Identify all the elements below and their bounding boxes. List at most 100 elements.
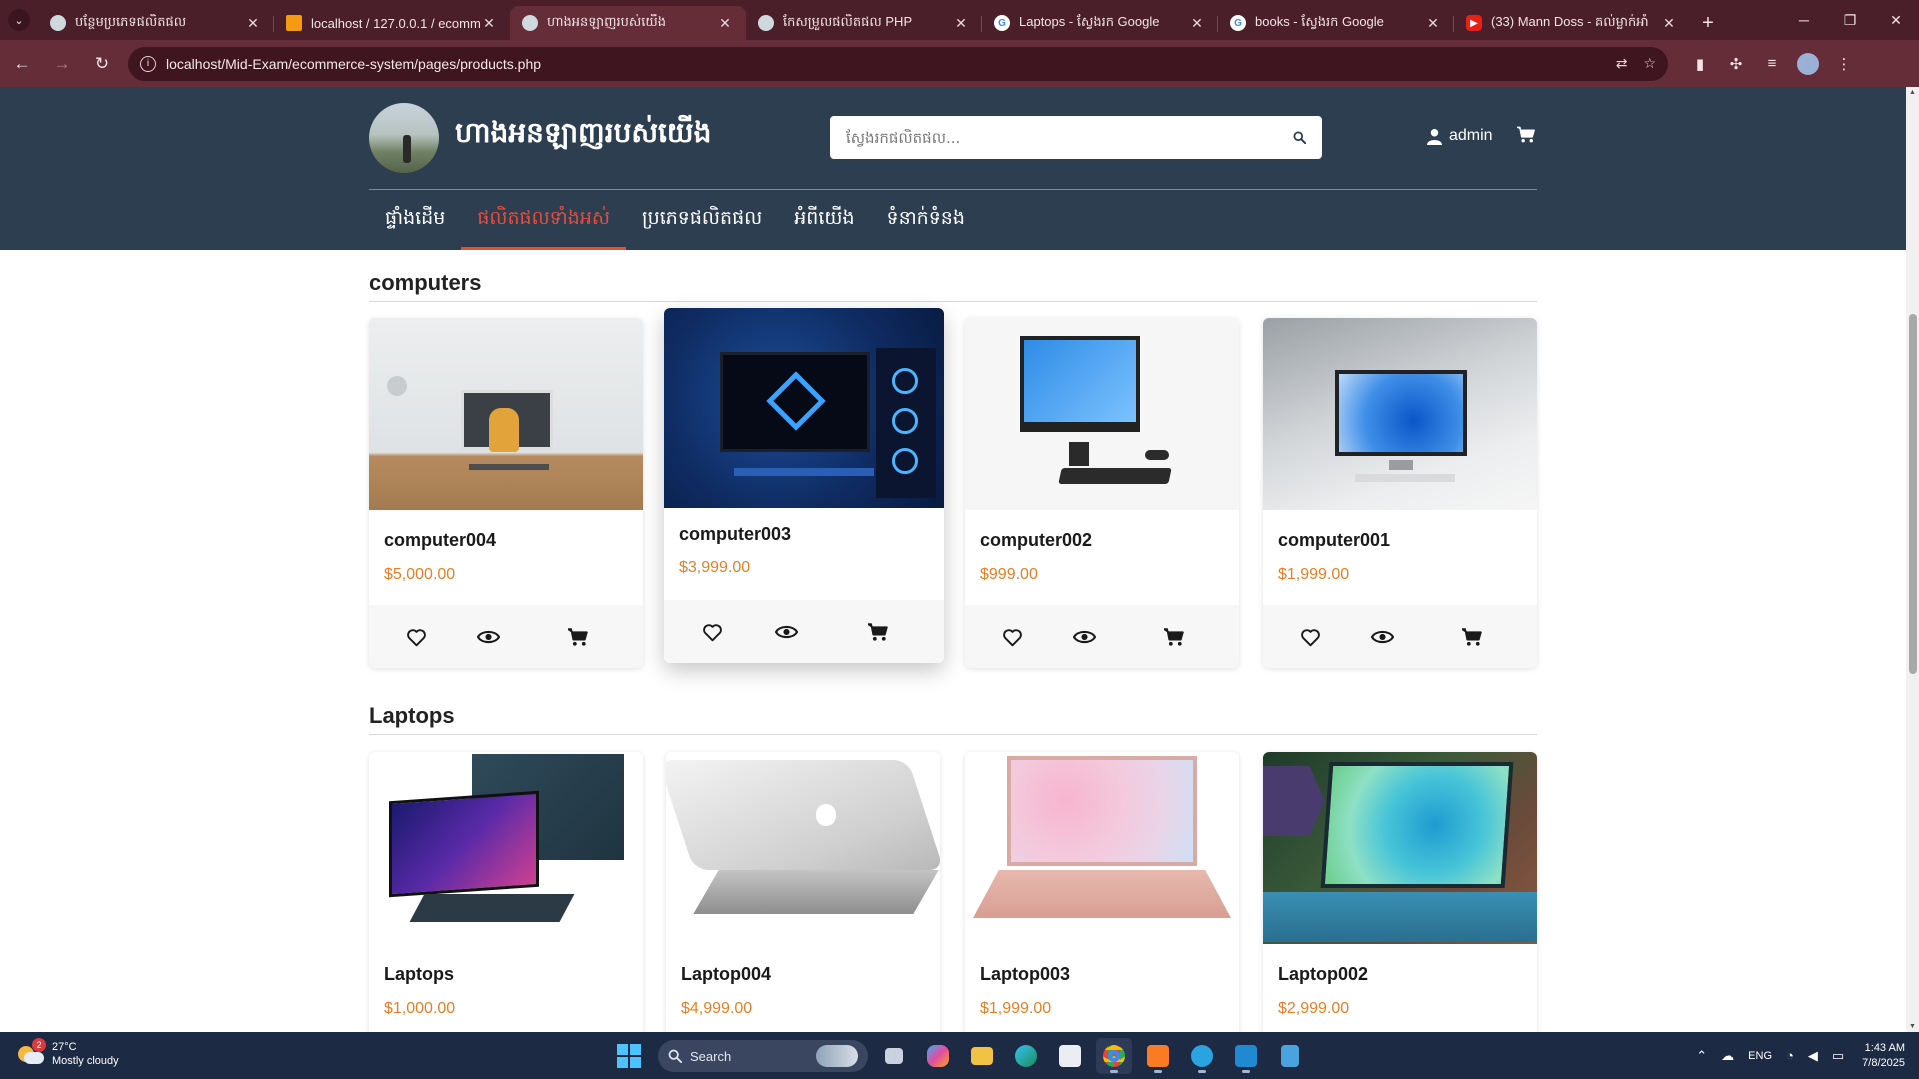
browser-tab[interactable]: G books - ស្វែងរក Google ✕ [1218, 6, 1454, 40]
forward-icon[interactable]: → [44, 46, 80, 82]
product-card[interactable]: Laptop004 $4,999.00 [666, 752, 940, 1032]
close-tab-icon[interactable]: ✕ [244, 15, 262, 32]
translate-icon[interactable]: ⇄ [1616, 55, 1628, 72]
product-card[interactable]: computer004 $5,000.00 [369, 318, 643, 668]
product-card[interactable]: computer001 $1,999.00 [1263, 318, 1537, 668]
scroll-down-icon[interactable]: ▼ [1909, 1023, 1916, 1030]
user-menu[interactable]: admin [1427, 127, 1493, 145]
product-name[interactable]: computer004 [384, 530, 496, 551]
wishlist-button[interactable] [404, 625, 428, 649]
clock[interactable]: 1:43 AM 7/8/2025 [1862, 1041, 1905, 1071]
product-image[interactable] [965, 318, 1239, 510]
browser-tab[interactable]: localhost / 127.0.0.1 / ecommerce ✕ [274, 6, 510, 40]
battery-icon[interactable]: ▭ [1832, 1048, 1844, 1064]
product-image[interactable] [1263, 752, 1537, 944]
task-view-button[interactable] [876, 1038, 912, 1074]
reload-icon[interactable]: ↻ [84, 46, 120, 82]
back-icon[interactable]: ← [4, 46, 40, 82]
add-to-cart-button[interactable] [1460, 625, 1484, 649]
product-card[interactable]: Laptops $1,000.00 [369, 752, 643, 1032]
scroll-up-icon[interactable]: ▲ [1909, 89, 1916, 96]
product-name[interactable]: Laptop002 [1278, 964, 1368, 985]
site-logo[interactable] [369, 103, 439, 173]
volume-icon[interactable]: ◀ [1808, 1048, 1818, 1064]
product-name[interactable]: computer003 [679, 524, 791, 545]
close-tab-icon[interactable]: ✕ [1660, 15, 1678, 32]
wifi-icon[interactable]: ◔ [1786, 1048, 1794, 1063]
weather-widget[interactable]: 2 27°C Mostly cloudy [16, 1038, 119, 1068]
chrome-button[interactable] [1096, 1038, 1132, 1074]
cart-button[interactable] [1517, 126, 1536, 149]
page-scrollbar[interactable]: ▲ ▼ [1906, 87, 1919, 1032]
browser-tab[interactable]: បន្ថែមប្រភេទផលិតផល ✕ [38, 6, 274, 40]
browser-tab-active[interactable]: ហាងអនឡាញរបស់យើង ✕ [510, 6, 746, 40]
taskbar-search[interactable]: Search [658, 1040, 868, 1072]
quick-view-button[interactable] [476, 625, 500, 649]
product-image[interactable] [369, 752, 643, 944]
wishlist-button[interactable] [1298, 625, 1322, 649]
edge-button[interactable] [1008, 1038, 1044, 1074]
tab-search-button[interactable]: ⌄ [0, 0, 38, 40]
product-name[interactable]: Laptops [384, 964, 454, 985]
product-card[interactable]: computer002 $999.00 [965, 318, 1239, 668]
product-image[interactable] [369, 318, 643, 510]
close-tab-icon[interactable]: ✕ [952, 15, 970, 32]
extension-icon[interactable]: ▮ [1682, 46, 1718, 82]
onedrive-icon[interactable]: ☁ [1721, 1048, 1734, 1064]
product-image[interactable] [664, 308, 944, 508]
nav-categories[interactable]: ប្រភេទផលិតផល [626, 190, 778, 250]
scrollbar-thumb[interactable] [1909, 314, 1917, 674]
url-text[interactable]: localhost/Mid-Exam/ecommerce-system/page… [166, 56, 1600, 72]
product-name[interactable]: computer002 [980, 530, 1092, 551]
bookmark-star-icon[interactable]: ☆ [1643, 55, 1656, 72]
puzzle-icon[interactable]: ✣ [1718, 46, 1754, 82]
media-icon[interactable]: ≡ [1754, 46, 1790, 82]
product-name[interactable]: computer001 [1278, 530, 1390, 551]
browser-tab[interactable]: ▶ (33) Mann Doss - គល់ម្លាក់អាំ ✕ [1454, 6, 1690, 40]
product-image[interactable] [965, 752, 1239, 944]
restore-icon[interactable]: ❐ [1827, 0, 1873, 40]
add-to-cart-button[interactable] [866, 620, 890, 644]
product-name[interactable]: Laptop004 [681, 964, 771, 985]
site-info-icon[interactable]: i [140, 55, 156, 72]
add-to-cart-button[interactable] [1162, 625, 1186, 649]
notepad-button[interactable] [1272, 1038, 1308, 1074]
wishlist-button[interactable] [700, 620, 724, 644]
product-image[interactable] [666, 752, 940, 944]
search-button[interactable] [1276, 116, 1322, 159]
file-explorer-button[interactable] [964, 1038, 1000, 1074]
product-image[interactable] [1263, 318, 1537, 510]
close-window-icon[interactable]: ✕ [1873, 0, 1919, 40]
quick-view-button[interactable] [1072, 625, 1096, 649]
wishlist-button[interactable] [1000, 625, 1024, 649]
store-button[interactable] [1052, 1038, 1088, 1074]
product-card[interactable]: Laptop002 $2,999.00 [1263, 752, 1537, 1032]
close-tab-icon[interactable]: ✕ [480, 15, 498, 32]
new-tab-button[interactable]: + [1690, 6, 1726, 40]
address-bar[interactable]: i localhost/Mid-Exam/ecommerce-system/pa… [128, 46, 1668, 81]
search-input[interactable] [830, 116, 1276, 159]
site-title[interactable]: ហាងអនឡាញរបស់យើង [455, 115, 711, 156]
browser-tab[interactable]: G Laptops - ស្វែងរក Google ✕ [982, 6, 1218, 40]
chevron-up-icon[interactable]: ⌃ [1696, 1048, 1707, 1064]
minimize-icon[interactable]: ─ [1781, 0, 1827, 40]
telegram-button[interactable] [1184, 1038, 1220, 1074]
profile-avatar[interactable] [1797, 52, 1819, 75]
browser-tab[interactable]: កែសម្រួលផលិតផល PHP ✕ [746, 6, 982, 40]
xampp-button[interactable] [1140, 1038, 1176, 1074]
quick-view-button[interactable] [774, 620, 798, 644]
nav-home[interactable]: ផ្ទាំងដើម [369, 190, 461, 250]
nav-about[interactable]: អំពីយើង [778, 190, 870, 250]
add-to-cart-button[interactable] [566, 625, 590, 649]
quick-view-button[interactable] [1370, 625, 1394, 649]
copilot-button[interactable] [920, 1038, 956, 1074]
nav-contact[interactable]: ទំនាក់ទំនង [871, 190, 981, 250]
product-card[interactable]: Laptop003 $1,999.00 [965, 752, 1239, 1032]
language-indicator[interactable]: ENG [1748, 1050, 1772, 1062]
start-button[interactable] [612, 1039, 646, 1073]
product-card[interactable]: computer003 $3,999.00 [664, 308, 944, 663]
close-tab-icon[interactable]: ✕ [716, 15, 734, 32]
product-name[interactable]: Laptop003 [980, 964, 1070, 985]
close-tab-icon[interactable]: ✕ [1424, 15, 1442, 32]
close-tab-icon[interactable]: ✕ [1188, 15, 1206, 32]
